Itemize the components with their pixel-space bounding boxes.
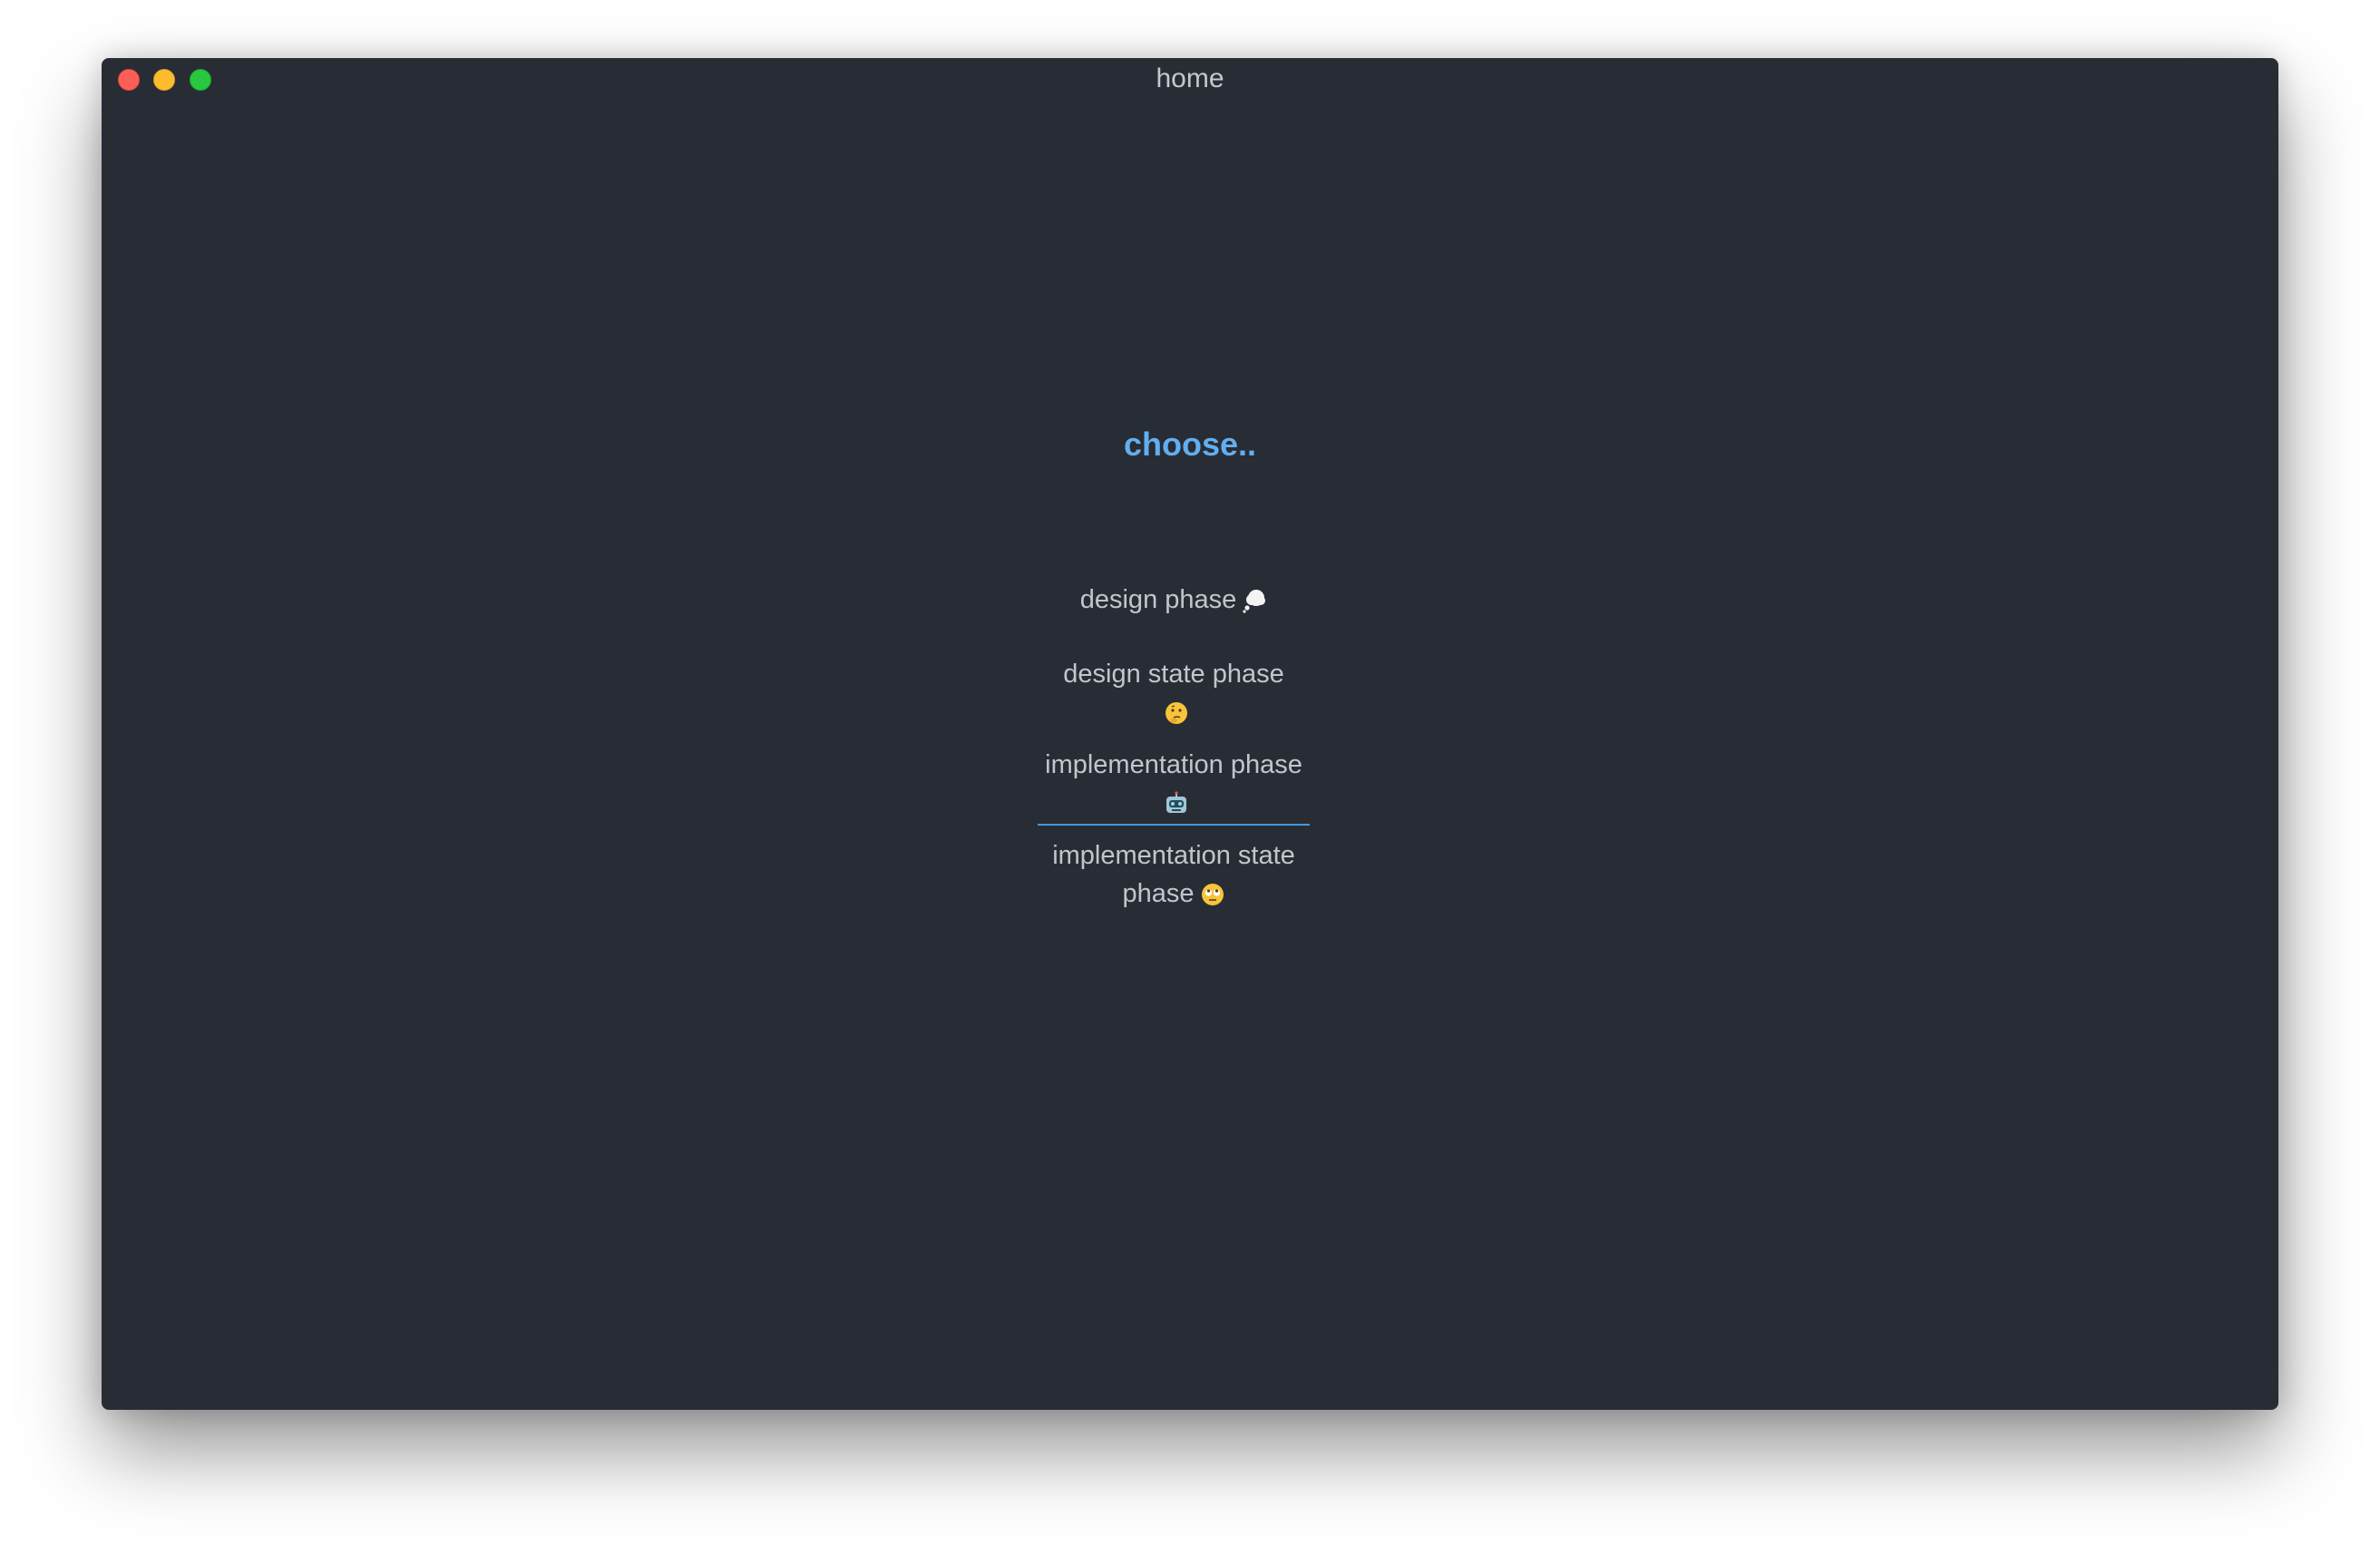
menu-item-implementation-state-phase[interactable]: implementation state phase xyxy=(1038,836,1310,913)
rolling-eyes-face-icon xyxy=(1200,882,1225,907)
menu-item-implementation-phase[interactable]: implementation phase xyxy=(1038,746,1310,826)
window-title: home xyxy=(1156,64,1224,93)
menu-item-label: design state phase xyxy=(1063,660,1284,689)
title-bar[interactable]: home xyxy=(102,58,2278,94)
menu-item-design-state-phase[interactable]: design state phase xyxy=(1038,655,1310,731)
menu-item-label: design phase xyxy=(1079,585,1237,614)
app-window: home choose.. design phase design state … xyxy=(102,58,2278,1410)
menu-item-design-phase[interactable]: design phase xyxy=(1038,581,1310,619)
thought-balloon-icon xyxy=(1242,588,1267,613)
active-underline xyxy=(1038,824,1310,826)
menu-item-label: implementation phase xyxy=(1045,750,1302,779)
menu-item-label: implementation state phase xyxy=(1052,841,1295,908)
thinking-face-icon xyxy=(1164,700,1189,726)
robot-face-icon xyxy=(1164,791,1189,817)
page-heading: choose.. xyxy=(1123,425,1257,463)
